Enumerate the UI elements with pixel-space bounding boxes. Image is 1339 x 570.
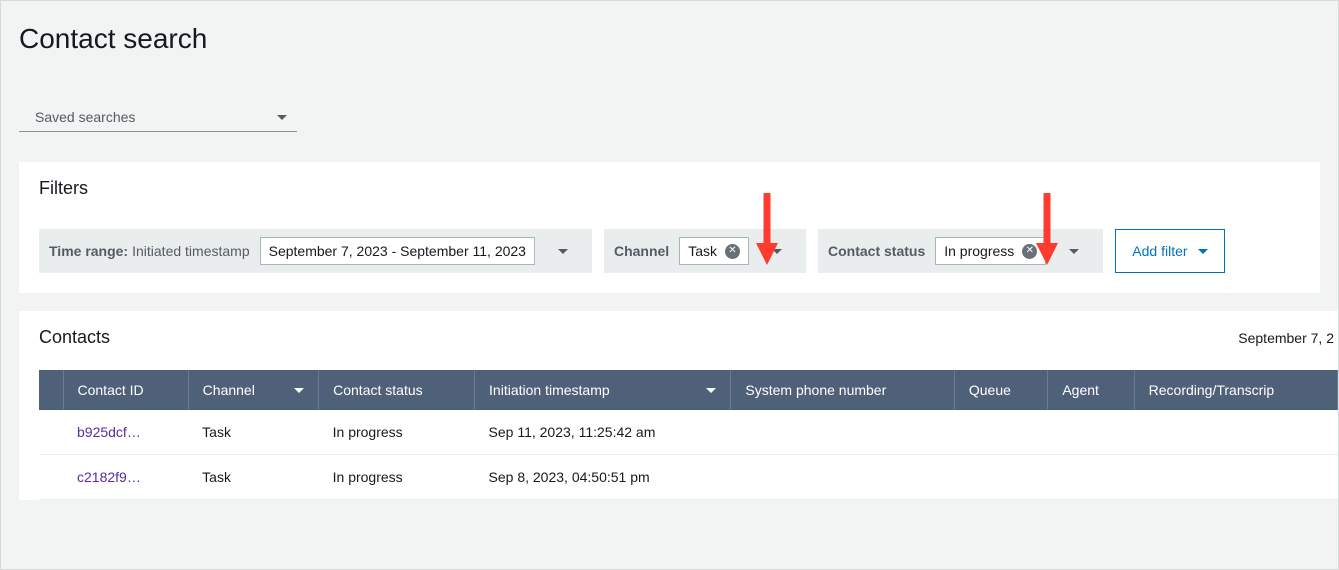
col-channel[interactable]: Channel (188, 370, 318, 410)
channel-label: Channel (614, 243, 669, 259)
contact-status-filter[interactable]: Contact status In progress ✕ (818, 229, 1103, 273)
table-row: b925dcf… Task In progress Sep 11, 2023, … (39, 410, 1338, 455)
filters-title: Filters (39, 178, 1300, 199)
channel-expand[interactable] (757, 249, 796, 254)
time-range-value-text: September 7, 2023 - September 11, 2023 (269, 243, 526, 259)
saved-searches-dropdown[interactable]: Saved searches (19, 103, 297, 132)
row-checkbox[interactable] (39, 410, 63, 455)
channel-value[interactable]: Task ✕ (679, 237, 749, 265)
cell-status: In progress (319, 410, 475, 455)
cell-agent (1048, 410, 1134, 455)
contacts-table: Contact ID Channel Contact status Initia… (39, 370, 1338, 500)
add-filter-button[interactable]: Add filter (1115, 229, 1224, 273)
contact-id-link[interactable]: b925dcf… (77, 424, 141, 440)
chevron-down-icon (294, 388, 304, 393)
table-row: c2182f9… Task In progress Sep 8, 2023, 0… (39, 455, 1338, 500)
add-filter-label: Add filter (1132, 243, 1187, 259)
col-system-phone[interactable]: System phone number (731, 370, 954, 410)
col-initiation-timestamp-label: Initiation timestamp (489, 382, 610, 398)
filters-row: Time range: Initiated timestamp Septembe… (39, 229, 1300, 273)
contact-status-expand[interactable] (1054, 249, 1093, 254)
cell-timestamp: Sep 8, 2023, 04:50:51 pm (475, 455, 731, 500)
channel-value-text: Task (688, 243, 717, 259)
cell-queue (954, 455, 1047, 500)
filters-panel: Filters Time range: Initiated timestamp … (19, 162, 1320, 293)
cell-recording (1134, 455, 1337, 500)
chevron-down-icon (1198, 249, 1208, 254)
time-range-filter[interactable]: Time range: Initiated timestamp Septembe… (39, 229, 592, 273)
close-icon[interactable]: ✕ (725, 244, 740, 259)
cell-phone (731, 410, 954, 455)
contacts-range-text: September 7, 2 (1238, 330, 1334, 346)
cell-channel: Task (188, 410, 318, 455)
time-range-expand[interactable] (543, 249, 582, 254)
cell-phone (731, 455, 954, 500)
col-contact-status[interactable]: Contact status (319, 370, 475, 410)
chevron-down-icon (277, 115, 287, 120)
contacts-panel: Contacts September 7, 2 Contact ID Chann… (19, 311, 1338, 500)
cell-channel: Task (188, 455, 318, 500)
col-channel-label: Channel (203, 382, 255, 398)
row-checkbox[interactable] (39, 455, 63, 500)
chevron-down-icon (706, 388, 716, 393)
col-recording[interactable]: Recording/Transcrip (1134, 370, 1337, 410)
cell-recording (1134, 410, 1337, 455)
cell-timestamp: Sep 11, 2023, 11:25:42 am (475, 410, 731, 455)
time-range-value[interactable]: September 7, 2023 - September 11, 2023 (260, 237, 535, 265)
cell-agent (1048, 455, 1134, 500)
contacts-title: Contacts (39, 327, 110, 348)
col-contact-id[interactable]: Contact ID (63, 370, 188, 410)
contact-status-value-text: In progress (944, 243, 1014, 259)
channel-filter[interactable]: Channel Task ✕ (604, 229, 806, 273)
col-agent[interactable]: Agent (1048, 370, 1134, 410)
col-checkbox[interactable] (39, 370, 63, 410)
contact-id-link[interactable]: c2182f9… (77, 469, 141, 485)
saved-searches-label: Saved searches (35, 109, 135, 125)
contact-status-value[interactable]: In progress ✕ (935, 237, 1046, 265)
close-icon[interactable]: ✕ (1022, 244, 1037, 259)
cell-queue (954, 410, 1047, 455)
chevron-down-icon (558, 249, 568, 254)
chevron-down-icon (1069, 249, 1079, 254)
time-range-label: Time range: (49, 243, 128, 259)
col-initiation-timestamp[interactable]: Initiation timestamp (475, 370, 731, 410)
time-range-sublabel: Initiated timestamp (132, 243, 250, 259)
page-title: Contact search (1, 1, 1338, 63)
cell-status: In progress (319, 455, 475, 500)
contact-status-label: Contact status (828, 243, 925, 259)
chevron-down-icon (772, 249, 782, 254)
col-queue[interactable]: Queue (954, 370, 1047, 410)
